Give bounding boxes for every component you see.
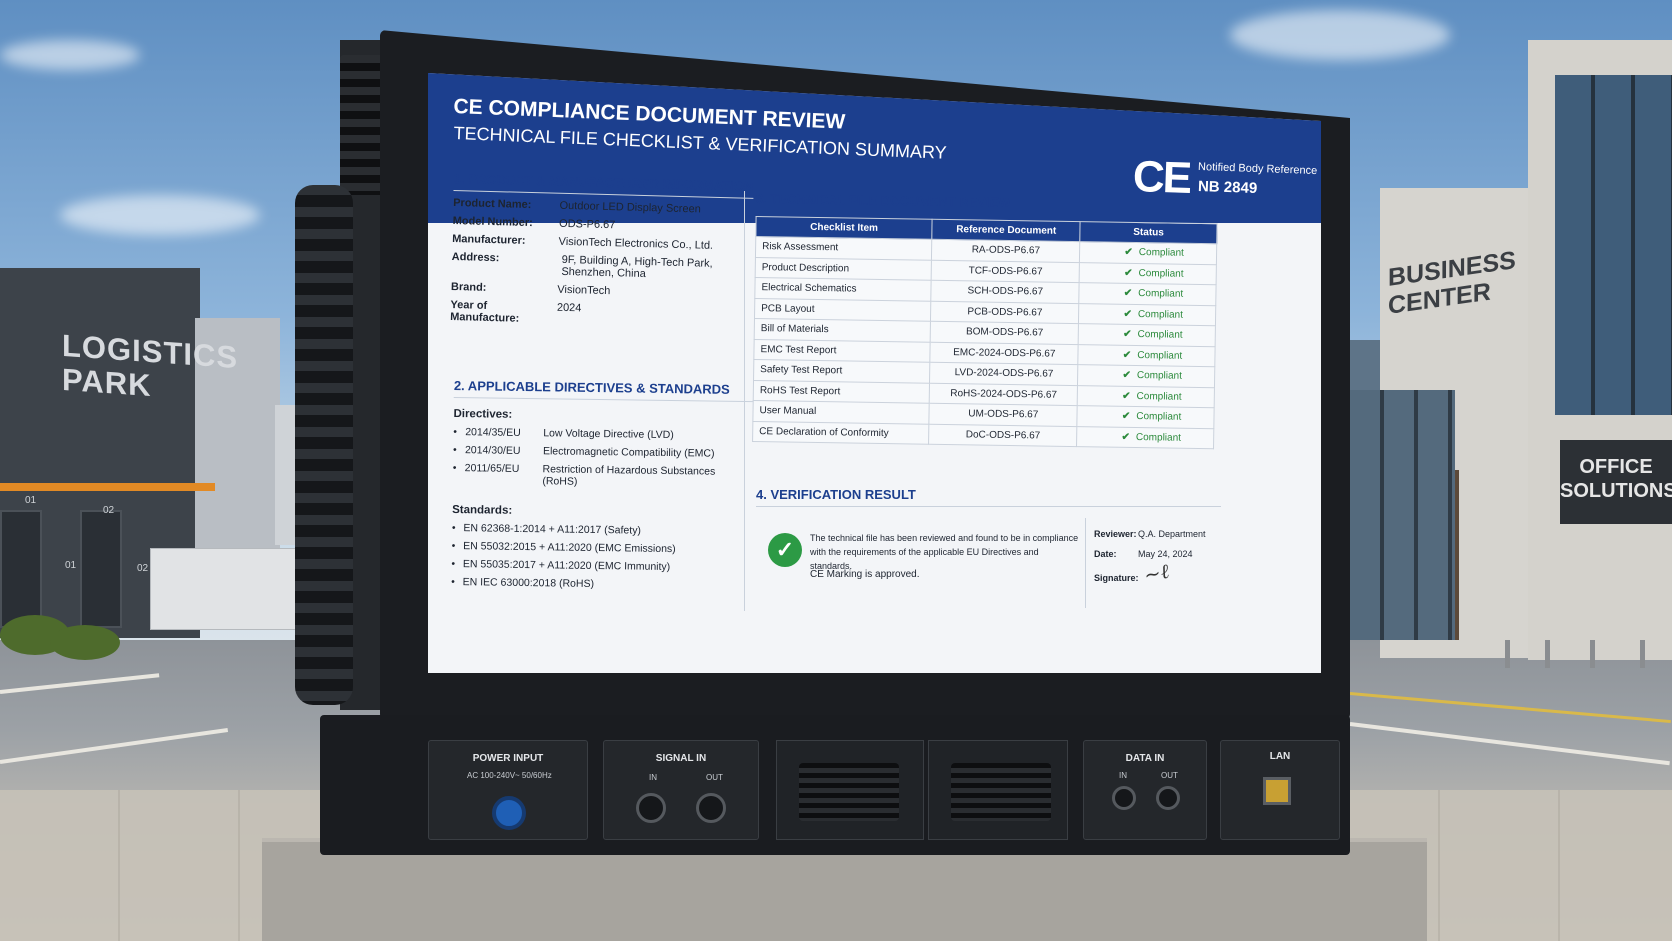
cloud <box>60 195 260 235</box>
signature-row: Signature: <box>1094 573 1139 583</box>
verification-section: 4. VERIFICATION RESULT <box>756 487 1221 513</box>
notified-body-label: Notified Body Reference <box>1197 160 1318 178</box>
cloud <box>1230 10 1450 60</box>
directives-label: Directives: <box>453 407 513 421</box>
column-divider <box>1085 518 1086 608</box>
data-in-panel: DATA IN IN OUT <box>1083 740 1207 840</box>
checklist-table: Checklist Item Reference Document Status… <box>752 216 1218 449</box>
truck-trailer <box>150 548 300 630</box>
bollard <box>1640 640 1645 668</box>
section-heading: 2. APPLICABLE DIRECTIVES & STANDARDS <box>453 378 754 403</box>
vent-slots <box>951 763 1051 821</box>
verified-check-icon: ✓ <box>768 533 802 567</box>
dock-number: 02 <box>103 505 115 516</box>
tree <box>1455 470 1459 640</box>
field-row: Model Number: ODS-P6.67 <box>452 214 616 232</box>
dock-number: 02 <box>137 563 149 574</box>
shrub <box>50 625 120 660</box>
field-row: Address: 9F, Building A, High-Tech Park, … <box>451 250 713 281</box>
signal-in-panel: SIGNAL IN IN OUT <box>603 740 759 840</box>
loading-door <box>80 510 122 628</box>
bollard <box>1590 640 1595 668</box>
check-icon: ✔ <box>1122 370 1131 382</box>
heatsink <box>295 185 353 705</box>
check-icon: ✔ <box>1122 390 1131 402</box>
field-row: Manufacturer: VisionTech Electronics Co.,… <box>452 232 714 252</box>
building-stripe <box>0 483 215 491</box>
signature-image: ~ℓ <box>1141 558 1172 588</box>
standard-item: • EN IEC 63000:2018 (RoHS) <box>451 575 595 590</box>
out-label: OUT <box>706 773 723 782</box>
in-label: IN <box>649 773 657 782</box>
dock-number: 01 <box>65 560 77 571</box>
directive-item: • 2014/30/EU Electromagnetic Compatibility… <box>452 443 715 460</box>
lan-label: LAN <box>1269 751 1291 762</box>
cloud <box>0 40 140 70</box>
signal-in-label: SIGNAL IN <box>655 753 707 764</box>
glass-facade <box>1555 75 1672 415</box>
lan-panel: LAN <box>1220 740 1340 840</box>
out-label: OUT <box>1161 771 1178 780</box>
notified-body-number: NB 2849 <box>1197 177 1258 198</box>
data-out-connector-icon[interactable] <box>1156 786 1180 810</box>
check-icon: ✔ <box>1122 349 1132 361</box>
column-header: Reference Document <box>932 219 1081 242</box>
reviewer-row: Reviewer:Q.A. Department <box>1094 529 1206 539</box>
standard-item: • EN 62368-1:2014 + A11:2017 (Safety) <box>451 521 642 537</box>
check-icon: ✔ <box>1121 411 1131 423</box>
date-row: Date: May 24, 2024 <box>1094 549 1193 559</box>
check-icon: ✔ <box>1123 288 1133 300</box>
section-heading: 4. VERIFICATION RESULT <box>756 487 1221 507</box>
office-solutions-sign: OFFICE SOLUTIONS <box>1560 440 1672 524</box>
field-row: Brand: VisionTech <box>450 280 611 298</box>
check-icon: ✔ <box>1123 308 1132 320</box>
power-connector-icon[interactable] <box>492 796 526 830</box>
power-spec-label: AC 100-240V~ 50/60Hz <box>467 771 552 780</box>
column-header: Checklist Item <box>755 216 933 240</box>
check-icon: ✔ <box>1124 267 1133 279</box>
standard-item: • EN 55032:2015 + A11:2020 (EMC Emissions… <box>451 539 676 556</box>
verification-statement: The technical file has been reviewed and… <box>810 533 1079 571</box>
data-in-connector-icon[interactable] <box>1112 786 1136 810</box>
standard-item: • EN 55035:2017 + A11:2020 (EMC Immunity) <box>451 557 671 574</box>
vent-grille <box>776 740 924 840</box>
dock-number: 01 <box>25 495 37 506</box>
lan-port-icon[interactable] <box>1263 777 1291 805</box>
technical-file-section: 3. TECHNICAL FILE DOCUMENT REVIEW Checkl… <box>752 191 1226 449</box>
power-input-panel: POWER INPUT AC 100-240V~ 50/60Hz <box>428 740 588 840</box>
vent-grille <box>928 740 1068 840</box>
directive-item: • 2014/35/EU Low Voltage Directive (LVD) <box>453 425 674 442</box>
field-row: Year of Manufacture: 2024 <box>450 298 582 325</box>
check-icon: ✔ <box>1124 247 1133 259</box>
approval-text: CE Marking is approved. <box>810 569 920 580</box>
signal-out-connector-icon[interactable] <box>696 793 726 823</box>
glass-facade <box>1350 390 1455 640</box>
page-subtitle: TECHNICAL FILE CHECKLIST & VERIFICATION … <box>453 123 948 163</box>
data-in-label: DATA IN <box>1125 753 1165 764</box>
column-divider <box>744 191 745 611</box>
in-label: IN <box>1119 771 1127 780</box>
bollard <box>1505 640 1510 668</box>
check-icon: ✔ <box>1121 431 1131 443</box>
vent-slots <box>799 763 899 821</box>
loading-door <box>0 510 42 628</box>
standards-label: Standards: <box>452 503 513 517</box>
signal-in-connector-icon[interactable] <box>636 793 666 823</box>
led-screen: CE COMPLIANCE DOCUMENT REVIEW TECHNICAL … <box>428 73 1321 673</box>
column-header: Status <box>1080 221 1218 244</box>
power-input-label: POWER INPUT <box>472 753 544 764</box>
directives-section: 2. APPLICABLE DIRECTIVES & STANDARDS Dir… <box>451 378 754 592</box>
product-info-section: 1. PRODUCT & MANUFACTURER INFORMATION Pr… <box>450 171 754 331</box>
field-row: Product Name: Outdoor LED Display Screen <box>453 196 701 216</box>
check-icon: ✔ <box>1123 329 1132 341</box>
logistics-park-sign: LOGISTICS PARK <box>62 327 239 404</box>
bollard <box>1545 640 1550 668</box>
directive-item: • 2011/65/EU Restriction of Hazardous Subs… <box>452 461 716 488</box>
